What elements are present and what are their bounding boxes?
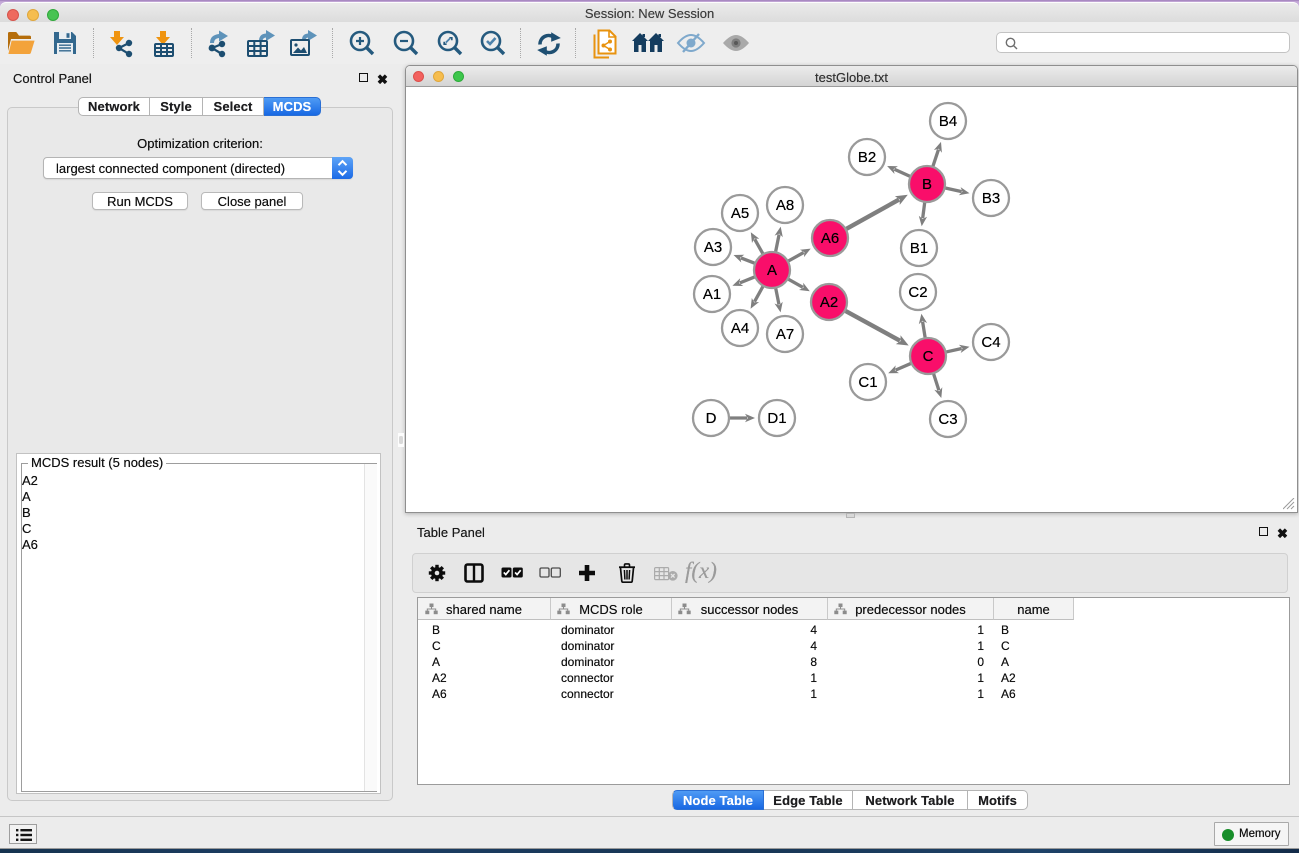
svg-text:C4: C4 <box>981 334 1000 351</box>
svg-text:C: C <box>923 348 934 365</box>
svg-text:B3: B3 <box>982 190 1000 207</box>
svg-text:A6: A6 <box>821 230 839 247</box>
svg-text:D: D <box>706 410 717 427</box>
svg-text:D1: D1 <box>767 410 786 427</box>
svg-text:A1: A1 <box>703 286 721 303</box>
svg-text:A5: A5 <box>731 205 749 222</box>
svg-text:C1: C1 <box>858 374 877 391</box>
svg-text:C2: C2 <box>908 284 927 301</box>
svg-text:A7: A7 <box>776 326 794 343</box>
svg-text:C3: C3 <box>938 411 957 428</box>
svg-text:B: B <box>922 176 932 193</box>
svg-text:B4: B4 <box>939 113 957 130</box>
svg-text:A3: A3 <box>704 239 722 256</box>
svg-text:B2: B2 <box>858 149 876 166</box>
svg-text:A: A <box>767 262 777 279</box>
svg-text:A2: A2 <box>820 294 838 311</box>
svg-text:A8: A8 <box>776 197 794 214</box>
svg-text:B1: B1 <box>910 240 928 257</box>
svg-text:A4: A4 <box>731 320 749 337</box>
